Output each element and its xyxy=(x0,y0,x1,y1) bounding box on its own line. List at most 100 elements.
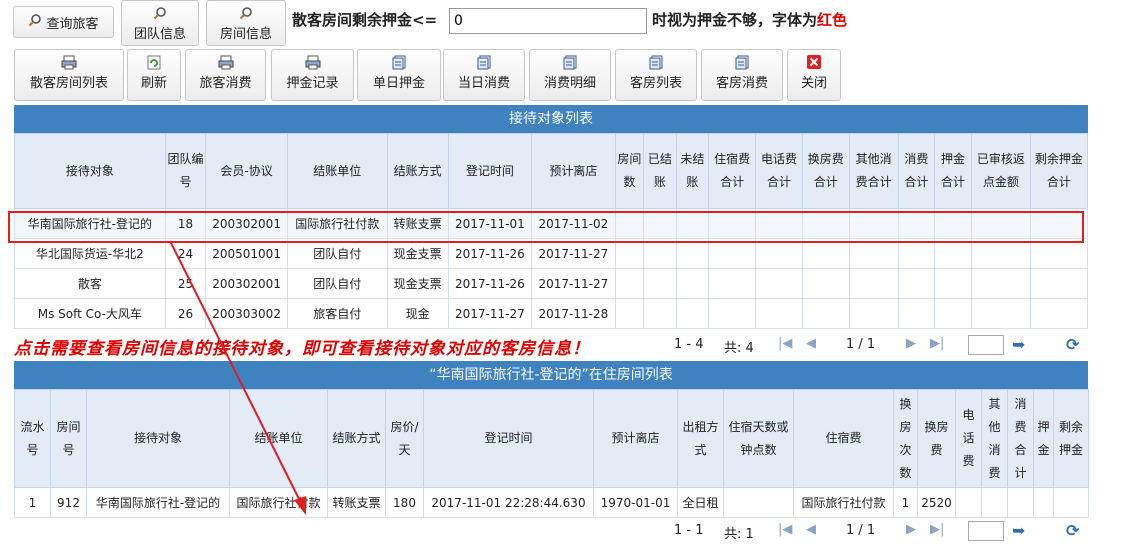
billing-unit-cell: 国际旅行社付款 xyxy=(229,487,328,518)
rooms-table: 流水号 房间号 接待对象 结账单位 结账方式 房价/天 登记时间 预计离店 出租方式 住宿天数或钟… xyxy=(14,389,1089,518)
refresh-icon[interactable]: ⟳ xyxy=(1066,335,1079,354)
column-header[interactable]: 已结账 xyxy=(643,133,677,209)
column-header[interactable]: 登记时间 xyxy=(423,389,594,488)
column-header[interactable]: 其他消费 xyxy=(981,389,1008,488)
column-header[interactable]: 剩余押金合计 xyxy=(1029,133,1089,209)
printer-icon xyxy=(305,55,321,70)
column-header[interactable]: 流水号 xyxy=(14,389,51,488)
last-page-icon[interactable]: ▶| xyxy=(930,522,944,537)
deposit-red-text: 红色 xyxy=(817,11,848,29)
close-button[interactable]: 关闭 xyxy=(787,49,841,101)
room-change-total-cell xyxy=(801,208,850,239)
prev-page-icon[interactable]: ◀ xyxy=(806,522,816,537)
rate-cell: 180 xyxy=(385,487,424,518)
first-page-icon[interactable]: |◀ xyxy=(778,522,792,537)
table-row[interactable]: 散客 25 200302001 团队自付 现金支票 2017-11-26 2017-11-2… xyxy=(14,268,1089,299)
unsettled-cell xyxy=(675,268,710,299)
column-header[interactable]: 房间号 xyxy=(50,389,87,488)
consumption-total-cell xyxy=(1007,487,1034,518)
lodging-fee-cell: 国际旅行社付款 xyxy=(793,487,894,518)
printer-icon xyxy=(218,55,234,70)
remaining-deposit-cell xyxy=(1029,298,1089,329)
change-count-cell: 1 xyxy=(893,487,918,518)
deposit-total-cell xyxy=(934,298,972,329)
other-total-cell xyxy=(848,268,899,299)
column-header[interactable]: 房间数 xyxy=(614,133,645,209)
column-header[interactable]: 换房次数 xyxy=(893,389,918,488)
column-header[interactable]: 会员-协议 xyxy=(205,133,288,209)
column-header[interactable]: 登记时间 xyxy=(447,133,533,209)
column-header[interactable]: 出租方式 xyxy=(677,389,724,488)
table-row[interactable]: 1 912 华南国际旅行社-登记的 国际旅行社付款 转账支票 180 2017-11-01 … xyxy=(14,487,1089,518)
guest-consumption-button[interactable]: 旅客消费 xyxy=(185,49,266,101)
document-icon xyxy=(391,55,407,70)
go-arrow-icon[interactable]: ➥ xyxy=(1012,335,1025,354)
column-header[interactable]: 结账方式 xyxy=(386,133,449,209)
column-header[interactable]: 房价/天 xyxy=(385,389,424,488)
column-header[interactable]: 电话费合计 xyxy=(755,133,803,209)
column-header[interactable]: 结账方式 xyxy=(327,389,386,488)
expected-checkout-cell: 2017-11-28 xyxy=(531,298,616,329)
column-header[interactable]: 住宿费合计 xyxy=(708,133,757,209)
column-header[interactable]: 消费合计 xyxy=(1007,389,1034,488)
column-header[interactable]: 押金 xyxy=(1033,389,1054,488)
lodging-total-cell xyxy=(708,298,757,329)
page-number-input[interactable] xyxy=(968,521,1004,541)
go-arrow-icon[interactable]: ➥ xyxy=(1012,521,1025,540)
room-list-button[interactable]: 客房列表 xyxy=(615,49,697,101)
column-header[interactable]: 住宿费 xyxy=(793,389,894,488)
column-header[interactable]: 团队编号 xyxy=(164,133,207,209)
first-page-icon[interactable]: |◀ xyxy=(778,336,792,351)
column-header[interactable]: 未结账 xyxy=(675,133,710,209)
column-header[interactable]: 剩余押金 xyxy=(1053,389,1089,488)
column-header[interactable]: 住宿天数或钟点数 xyxy=(723,389,794,488)
column-header[interactable]: 押金合计 xyxy=(934,133,972,209)
column-header[interactable]: 预计离店 xyxy=(593,389,678,488)
column-header[interactable]: 其他消费合计 xyxy=(848,133,899,209)
column-header[interactable]: 已审核返点金额 xyxy=(970,133,1031,209)
expected-checkout-cell: 2017-11-27 xyxy=(531,268,616,299)
team-info-button[interactable]: 团队信息 xyxy=(121,0,199,46)
billing-unit-cell: 国际旅行社付款 xyxy=(286,208,388,239)
deposit-record-button[interactable]: 押金记录 xyxy=(271,49,354,101)
column-header[interactable]: 结账单位 xyxy=(286,133,388,209)
prev-page-icon[interactable]: ◀ xyxy=(806,336,816,351)
reception-target-cell: 散客 xyxy=(14,268,166,299)
last-page-icon[interactable]: ▶| xyxy=(930,336,944,351)
refresh-icon[interactable]: ⟳ xyxy=(1066,521,1079,540)
column-header[interactable]: 换房费 xyxy=(917,389,956,488)
column-header[interactable]: 电话费 xyxy=(955,389,982,488)
reception-target-cell: 华北国际货运-华北2 xyxy=(14,238,166,269)
today-consumption-button[interactable]: 当日消费 xyxy=(443,49,525,101)
column-header[interactable]: 消费合计 xyxy=(897,133,936,209)
table-row[interactable]: Ms Soft Co-大风车 26 200303002 旅客自付 现金 2017-11-2… xyxy=(14,298,1089,329)
payment-method-cell: 转账支票 xyxy=(327,487,386,518)
column-header[interactable]: 预计离店 xyxy=(531,133,616,209)
column-header[interactable]: 接待对象 xyxy=(86,389,230,488)
next-page-icon[interactable]: ▶ xyxy=(906,522,916,537)
deposit-threshold-input[interactable] xyxy=(449,8,647,34)
payment-method-cell: 转账支票 xyxy=(386,208,449,239)
rooms-list-title: “华南国际旅行社-登记的”在住房间列表 xyxy=(14,361,1088,389)
member-agreement-cell: 200302001 xyxy=(205,268,288,299)
room-info-button[interactable]: 房间信息 xyxy=(206,0,286,46)
team-no-cell: 18 xyxy=(164,208,207,239)
checkin-date-cell: 2017-11-01 xyxy=(447,208,533,239)
expected-checkout-cell: 2017-11-27 xyxy=(531,238,616,269)
column-header[interactable]: 接待对象 xyxy=(14,133,166,209)
refresh-button[interactable]: 刷新 xyxy=(127,49,181,101)
column-header[interactable]: 换房费合计 xyxy=(801,133,850,209)
search-guest-button[interactable]: 查询旅客 xyxy=(13,6,114,38)
guest-rooms-list-button[interactable]: 散客房间列表 xyxy=(14,49,124,101)
column-header[interactable]: 结账单位 xyxy=(229,389,328,488)
page-number-input[interactable] xyxy=(968,335,1004,355)
payment-method-cell: 现金支票 xyxy=(386,238,449,269)
room-consumption-button[interactable]: 客房消费 xyxy=(701,49,783,101)
daily-deposit-button[interactable]: 单日押金 xyxy=(357,49,441,101)
table-row[interactable]: 华北国际货运-华北2 24 200501001 团队自付 现金支票 2017-11-26 2… xyxy=(14,238,1089,269)
deposit-threshold-label: 散客房间剩余押金<= xyxy=(292,11,438,29)
next-page-icon[interactable]: ▶ xyxy=(906,336,916,351)
consumption-detail-button[interactable]: 消费明细 xyxy=(529,49,611,101)
table-row[interactable]: 华南国际旅行社-登记的 18 200302001 国际旅行社付款 转账支票 2017-11… xyxy=(14,208,1089,239)
payment-method-cell: 现金支票 xyxy=(386,268,449,299)
